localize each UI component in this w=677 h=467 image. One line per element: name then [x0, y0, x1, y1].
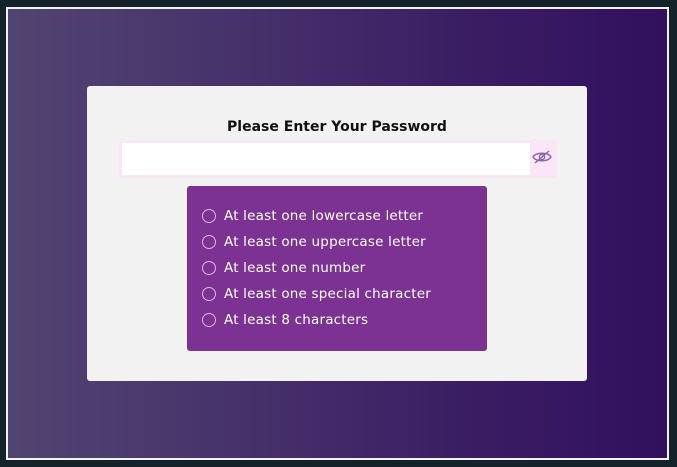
- app-frame: Please Enter Your Password At least one …: [6, 7, 669, 460]
- unchecked-circle-icon: [202, 287, 216, 301]
- requirement-label: At least one lowercase letter: [224, 208, 424, 224]
- requirement-label: At least one number: [224, 260, 366, 276]
- requirement-length: At least 8 characters: [202, 310, 368, 330]
- unchecked-circle-icon: [202, 313, 216, 327]
- unchecked-circle-icon: [202, 235, 216, 249]
- requirements-panel: At least one lowercase letter At least o…: [187, 186, 487, 351]
- eye-slash-icon: [532, 149, 552, 169]
- requirement-label: At least 8 characters: [224, 312, 369, 328]
- unchecked-circle-icon: [202, 261, 216, 275]
- unchecked-circle-icon: [202, 209, 216, 223]
- requirement-special: At least one special character: [202, 284, 431, 304]
- requirement-label: At least one uppercase letter: [224, 234, 426, 250]
- form-title: Please Enter Your Password: [227, 119, 447, 135]
- password-field-wrapper: [119, 140, 557, 178]
- requirement-number: At least one number: [202, 258, 365, 278]
- password-input[interactable]: [122, 143, 530, 175]
- requirement-uppercase: At least one uppercase letter: [202, 232, 426, 252]
- requirement-lowercase: At least one lowercase letter: [202, 206, 423, 226]
- requirement-label: At least one special character: [224, 286, 431, 302]
- password-card: Please Enter Your Password At least one …: [87, 86, 587, 381]
- toggle-visibility-button[interactable]: [530, 143, 554, 175]
